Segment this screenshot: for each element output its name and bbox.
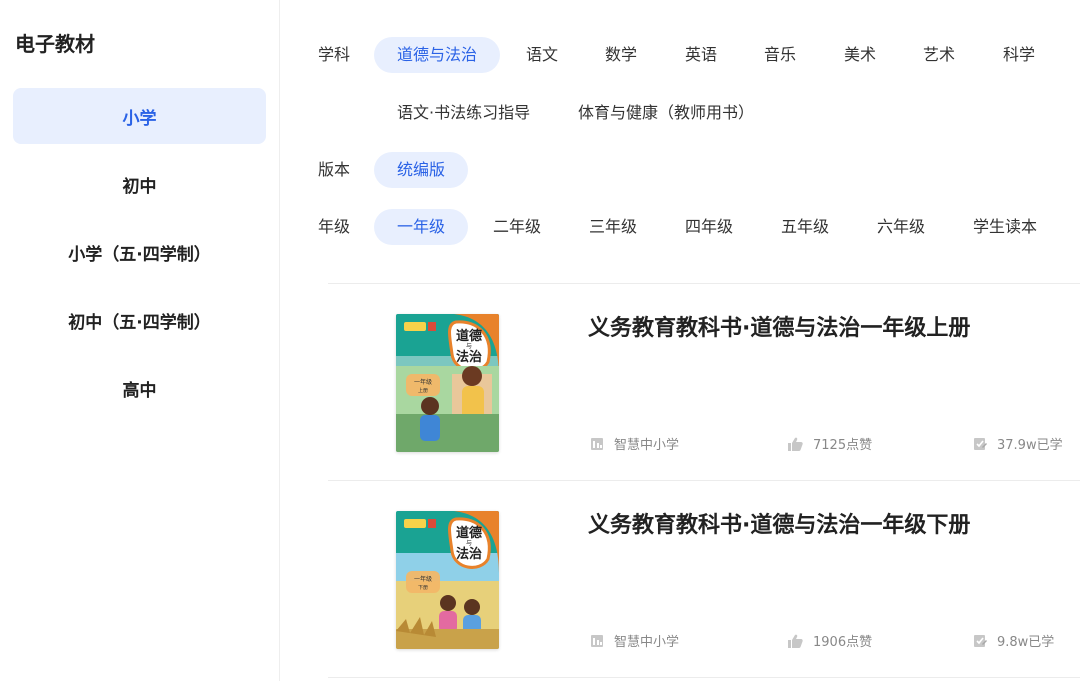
- like-count: 1906点赞: [813, 635, 873, 650]
- edition-label: 版本: [318, 160, 351, 179]
- study-record-icon: [974, 437, 987, 450]
- list-divider: [328, 677, 1080, 678]
- sidebar-item-primary-54[interactable]: 小学（五·四学制）: [13, 224, 266, 280]
- book-learners: 9.8w已学: [973, 631, 1054, 650]
- cover-title-line1: 道德: [456, 328, 482, 344]
- subject-chip-chinese[interactable]: 语文: [526, 37, 558, 73]
- subject-chip-science[interactable]: 科学: [1003, 37, 1035, 73]
- learner-count: 37.9w已学: [997, 438, 1063, 453]
- grade-chip-reader[interactable]: 学生读本: [973, 209, 1037, 245]
- grade-chip-1[interactable]: 一年级: [374, 209, 469, 245]
- sidebar-title: 电子教材: [15, 32, 95, 56]
- sidebar-item-junior-54[interactable]: 初中（五·四学制）: [13, 292, 266, 348]
- cover-illustration-1: 一年级 上册 道德 与 法治: [396, 314, 499, 452]
- cover-illustration-2: 一年级 下册 道德 与 法治: [396, 511, 499, 649]
- cover-title-line1: 道德: [456, 525, 482, 541]
- book-card[interactable]: 一年级 下册 道德 与 法治 义务教育教科书·道德与法治一年级下册 智慧中小学 …: [328, 481, 1080, 677]
- book-cover[interactable]: 一年级 下册 道德 与 法治: [396, 511, 499, 649]
- publisher-icon: [591, 634, 603, 647]
- cover-title-small: 与: [466, 342, 472, 350]
- cover-title-line2: 法治: [456, 546, 482, 562]
- grade-label: 年级: [318, 217, 351, 236]
- cover-grade: 一年级: [414, 378, 432, 386]
- sidebar-item-junior[interactable]: 初中: [13, 156, 266, 212]
- grade-chip-5[interactable]: 五年级: [781, 209, 829, 245]
- thumbs-up-icon: [788, 634, 803, 648]
- book-publisher: 智慧中小学: [590, 434, 679, 453]
- grade-chip-2[interactable]: 二年级: [493, 209, 541, 245]
- subject-chip-music[interactable]: 音乐: [764, 37, 796, 73]
- grade-chip-3[interactable]: 三年级: [589, 209, 637, 245]
- book-publisher: 智慧中小学: [590, 631, 679, 650]
- subject-chip-art[interactable]: 艺术: [923, 37, 955, 73]
- subject-chip-calligraphy[interactable]: 语文·书法练习指导: [397, 95, 530, 131]
- book-title[interactable]: 义务教育教科书·道德与法治一年级下册: [588, 507, 970, 539]
- book-likes: 1906点赞: [788, 631, 872, 650]
- thumbs-up-icon: [788, 437, 803, 451]
- cover-title-small: 与: [466, 539, 472, 547]
- cover-volume: 上册: [418, 387, 428, 394]
- subject-chip-pe-health[interactable]: 体育与健康（教师用书）: [578, 95, 754, 131]
- subject-chip-morality-law[interactable]: 道德与法治: [374, 37, 501, 73]
- sidebar-item-senior[interactable]: 高中: [13, 360, 266, 416]
- edition-chip-unified[interactable]: 统编版: [374, 152, 469, 188]
- grade-chip-6[interactable]: 六年级: [877, 209, 925, 245]
- book-cover[interactable]: 一年级 上册 道德 与 法治: [396, 314, 499, 452]
- cover-volume: 下册: [418, 585, 428, 591]
- book-learners: 37.9w已学: [973, 434, 1063, 453]
- book-likes: 7125点赞: [788, 434, 872, 453]
- subject-chip-math[interactable]: 数学: [605, 37, 637, 73]
- publisher-name: 智慧中小学: [614, 438, 680, 453]
- like-count: 7125点赞: [813, 438, 873, 453]
- book-card[interactable]: 一年级 上册 道德 与 法治 义务教育教科书·道德与法治一年级上册 智慧中小学 …: [328, 284, 1080, 480]
- publisher-icon: [591, 437, 603, 450]
- book-title[interactable]: 义务教育教科书·道德与法治一年级上册: [588, 310, 970, 342]
- subject-chip-fine-art[interactable]: 美术: [844, 37, 876, 73]
- cover-grade: 一年级: [414, 575, 432, 583]
- grade-chip-4[interactable]: 四年级: [685, 209, 733, 245]
- study-record-icon: [974, 634, 987, 647]
- learner-count: 9.8w已学: [997, 635, 1055, 650]
- publisher-name: 智慧中小学: [614, 635, 680, 650]
- cover-title-line2: 法治: [456, 349, 482, 365]
- sidebar: 电子教材 小学 初中 小学（五·四学制） 初中（五·四学制） 高中: [0, 0, 280, 681]
- subject-chip-english[interactable]: 英语: [685, 37, 717, 73]
- sidebar-item-primary[interactable]: 小学: [13, 88, 266, 144]
- subject-label: 学科: [318, 45, 351, 64]
